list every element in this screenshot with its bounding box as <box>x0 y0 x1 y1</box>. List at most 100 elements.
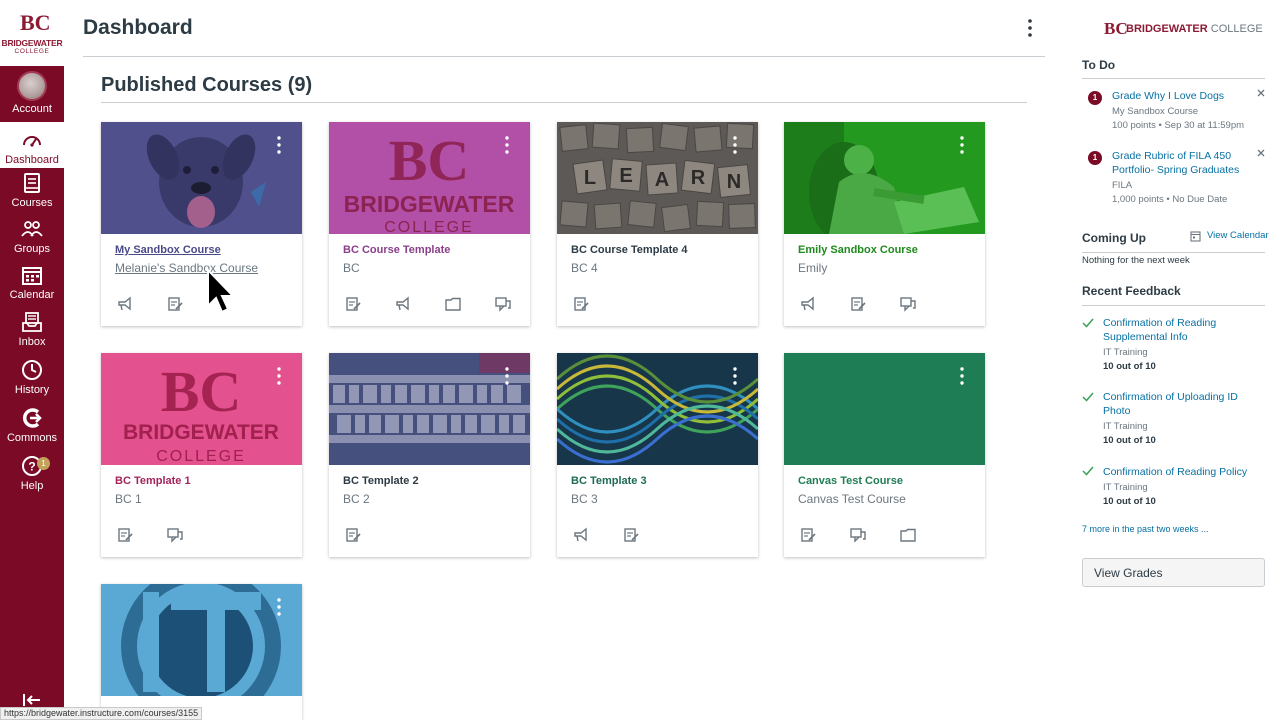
todo-title-link[interactable]: Grade Rubric of FILA 450 Portfolio- Spri… <box>1112 149 1239 177</box>
files-icon[interactable] <box>900 527 916 543</box>
assignments-icon[interactable] <box>800 527 816 543</box>
assignments-icon[interactable] <box>850 296 866 312</box>
nav-item-dashboard[interactable]: Dashboard <box>0 122 64 168</box>
course-card[interactable] <box>101 584 302 720</box>
course-title[interactable]: BC Template 3 <box>571 475 647 487</box>
feedback-title-line: Confirmation of Reading <box>1103 317 1217 329</box>
discussions-icon[interactable] <box>900 296 916 312</box>
card-options-kebab-icon[interactable] <box>959 367 965 385</box>
card-options-kebab-icon[interactable] <box>732 136 738 154</box>
todo-meta: 100 points • Sep 30 at 11:59pm <box>1112 120 1245 131</box>
feedback-title-link[interactable]: Confirmation of Reading Supplemental Inf… <box>1103 316 1216 344</box>
nav-item-help[interactable]: ? 1 Help <box>0 455 64 503</box>
nav-item-courses[interactable]: Courses <box>0 172 64 220</box>
course-code[interactable]: BC 3 <box>571 492 598 506</box>
card-options-kebab-icon[interactable] <box>504 367 510 385</box>
course-title[interactable]: Canvas Test Course <box>798 475 903 487</box>
discussions-icon[interactable] <box>850 527 866 543</box>
feedback-title-link[interactable]: Confirmation of Reading Policy <box>1103 465 1247 479</box>
course-code[interactable]: BC 4 <box>571 261 598 275</box>
course-card[interactable]: Canvas Test Course Canvas Test Course <box>784 353 985 557</box>
collapse-nav-icon[interactable] <box>22 692 42 708</box>
close-icon[interactable] <box>1257 89 1265 97</box>
announcements-icon[interactable] <box>573 527 589 543</box>
card-options-kebab-icon[interactable] <box>276 367 282 385</box>
announcements-icon[interactable] <box>800 296 816 312</box>
card-options-kebab-icon[interactable] <box>504 136 510 154</box>
assignments-icon[interactable] <box>117 527 133 543</box>
nav-label: History <box>14 384 50 396</box>
calendar-icon <box>22 267 42 285</box>
course-title[interactable]: Emily Sandbox Course <box>798 244 918 256</box>
card-options-kebab-icon[interactable] <box>959 136 965 154</box>
course-title[interactable]: My Sandbox Course <box>115 244 221 256</box>
course-code[interactable]: BC <box>343 261 360 275</box>
feedback-title-link[interactable]: Confirmation of Uploading ID Photo <box>1103 390 1238 418</box>
discussions-icon[interactable] <box>167 527 183 543</box>
svg-text:?: ? <box>28 460 35 474</box>
feedback-divider <box>1082 305 1265 306</box>
card-options-kebab-icon[interactable] <box>276 136 282 154</box>
discussions-icon[interactable] <box>495 296 511 312</box>
view-grades-button[interactable]: View Grades <box>1082 558 1265 587</box>
todo-divider <box>1082 78 1265 79</box>
view-calendar-link[interactable]: View Calendar <box>1207 229 1269 243</box>
dashboard-options-kebab-icon[interactable] <box>1022 18 1038 38</box>
course-title[interactable]: BC Course Template <box>343 244 450 256</box>
card-hero-image[interactable]: BC BRIDGEWATER COLLEGE <box>329 122 530 234</box>
assignments-icon[interactable] <box>167 296 183 312</box>
svg-text:BRIDGEWATER: BRIDGEWATER <box>123 421 279 444</box>
card-hero-image[interactable] <box>329 353 530 465</box>
card-hero-image[interactable]: BC BRIDGEWATER COLLEGE <box>101 353 302 465</box>
course-card[interactable]: My Sandbox Course Melanie's Sandbox Cour… <box>101 122 302 326</box>
avatar <box>17 71 47 101</box>
calendar-icon[interactable] <box>1190 230 1201 242</box>
card-hero-image[interactable] <box>784 122 985 234</box>
college-logo[interactable]: BC BRIDGEWATER COLLEGE <box>0 0 64 66</box>
announcements-icon[interactable] <box>117 296 133 312</box>
course-title[interactable]: BC Template 2 <box>343 475 419 487</box>
card-hero-image[interactable] <box>101 122 302 234</box>
nav-item-groups[interactable]: Groups <box>0 218 64 266</box>
course-code[interactable]: Canvas Test Course <box>798 492 906 506</box>
course-code[interactable]: BC 1 <box>115 492 142 506</box>
card-hero-image[interactable]: L E ARN <box>557 122 758 234</box>
coming-up-empty-text: Nothing for the next week <box>1082 255 1190 266</box>
todo-title-link[interactable]: Grade Why I Love Dogs <box>1112 89 1224 103</box>
nav-item-history[interactable]: History <box>0 359 64 407</box>
course-card[interactable]: BC Template 3 BC 3 <box>557 353 758 557</box>
nav-item-commons[interactable]: Commons <box>0 407 64 455</box>
course-code[interactable]: Melanie's Sandbox Course <box>115 261 258 275</box>
card-hero-image[interactable] <box>101 584 302 696</box>
course-card[interactable]: BC BRIDGEWATER COLLEGE BC Course Templat… <box>329 122 530 326</box>
card-options-kebab-icon[interactable] <box>276 598 282 616</box>
course-title[interactable]: BC Template 1 <box>115 475 191 487</box>
nav-item-inbox[interactable]: Inbox <box>0 311 64 359</box>
magazine-rack-photo <box>329 353 530 465</box>
more-feedback-link[interactable]: 7 more in the past two weeks ... <box>1082 522 1209 536</box>
assignments-icon[interactable] <box>623 527 639 543</box>
course-card[interactable]: BC Template 2 BC 2 <box>329 353 530 557</box>
nav-label: Help <box>20 480 44 492</box>
close-icon[interactable] <box>1257 149 1265 157</box>
card-options-kebab-icon[interactable] <box>732 367 738 385</box>
assignments-icon[interactable] <box>345 296 361 312</box>
logo-name-light: COLLEGE <box>1210 23 1263 35</box>
course-code[interactable]: Emily <box>798 261 827 275</box>
files-icon[interactable] <box>445 296 461 312</box>
nav-item-calendar[interactable]: Calendar <box>0 264 64 312</box>
course-title[interactable]: BC Course Template 4 <box>571 244 688 256</box>
course-code[interactable]: BC 2 <box>343 492 370 506</box>
assignments-icon[interactable] <box>345 527 361 543</box>
announcements-icon[interactable] <box>395 296 411 312</box>
coming-up-divider <box>1082 252 1265 253</box>
card-hero-image[interactable] <box>557 353 758 465</box>
assignments-icon[interactable] <box>573 296 589 312</box>
card-hero-image[interactable] <box>784 353 985 465</box>
feedback-course: IT Training <box>1103 347 1148 358</box>
course-card[interactable]: BC BRIDGEWATER COLLEGE BC Template 1 BC … <box>101 353 302 557</box>
nav-item-account[interactable]: Account <box>0 67 64 121</box>
feedback-title-line: Photo <box>1103 405 1131 417</box>
course-card[interactable]: L E ARN BC Course Template 4 BC 4 <box>557 122 758 326</box>
course-card[interactable]: Emily Sandbox Course Emily <box>784 122 985 326</box>
